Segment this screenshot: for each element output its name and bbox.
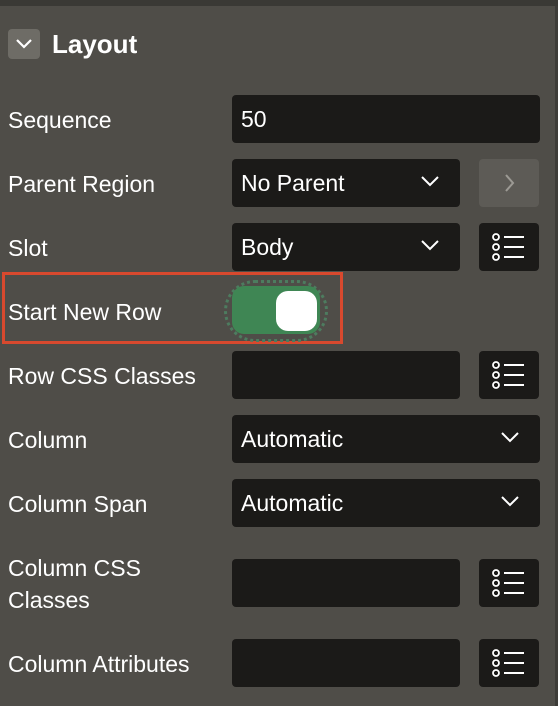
- column-attributes-input[interactable]: [232, 639, 460, 687]
- section-title: Layout: [52, 29, 138, 59]
- column-css-classes-list-button[interactable]: [479, 559, 539, 607]
- panel-top-border: [0, 0, 558, 6]
- slot-list-button[interactable]: [479, 223, 539, 271]
- section-header[interactable]: Layout: [0, 20, 555, 68]
- column-attributes-label: Column Attributes: [8, 651, 190, 677]
- column-span-select[interactable]: Automatic: [232, 479, 540, 527]
- slot-select[interactable]: Body: [232, 223, 460, 271]
- list-icon: [492, 361, 524, 389]
- column-select[interactable]: Automatic: [232, 415, 540, 463]
- slot-value: Body: [241, 234, 294, 260]
- column-css-classes-input[interactable]: [232, 559, 460, 607]
- column-span-label: Column Span: [8, 491, 148, 517]
- start-new-row-label: Start New Row: [8, 299, 162, 325]
- row-css-classes-label: Row CSS Classes: [8, 363, 196, 389]
- collapse-button[interactable]: [8, 29, 40, 59]
- slot-label: Slot: [8, 235, 48, 261]
- go-to-parent-button[interactable]: [479, 159, 539, 207]
- chevron-right-icon: [505, 174, 515, 192]
- parent-region-value: No Parent: [241, 170, 345, 196]
- row-css-classes-input[interactable]: [232, 351, 460, 399]
- toggle-knob[interactable]: [276, 291, 317, 331]
- list-icon: [492, 649, 524, 677]
- chevron-down-icon: [501, 432, 519, 443]
- chevron-down-icon: [421, 240, 439, 251]
- column-span-value: Automatic: [241, 490, 344, 516]
- column-label: Column: [8, 427, 88, 453]
- column-value: Automatic: [241, 426, 344, 452]
- list-icon: [492, 233, 524, 261]
- column-css-classes-label-line2: Classes: [8, 587, 90, 613]
- list-icon: [492, 569, 524, 597]
- row-css-classes-list-button[interactable]: [479, 351, 539, 399]
- chevron-down-icon: [421, 176, 439, 187]
- chevron-down-icon: [501, 496, 519, 507]
- sequence-label: Sequence: [8, 107, 112, 133]
- parent-region-select[interactable]: No Parent: [232, 159, 460, 207]
- column-attributes-list-button[interactable]: [479, 639, 539, 687]
- parent-region-label: Parent Region: [8, 171, 156, 197]
- column-css-classes-label-line1: Column CSS: [8, 555, 141, 581]
- chevron-down-icon: [16, 39, 32, 49]
- sequence-input[interactable]: 50: [232, 95, 540, 143]
